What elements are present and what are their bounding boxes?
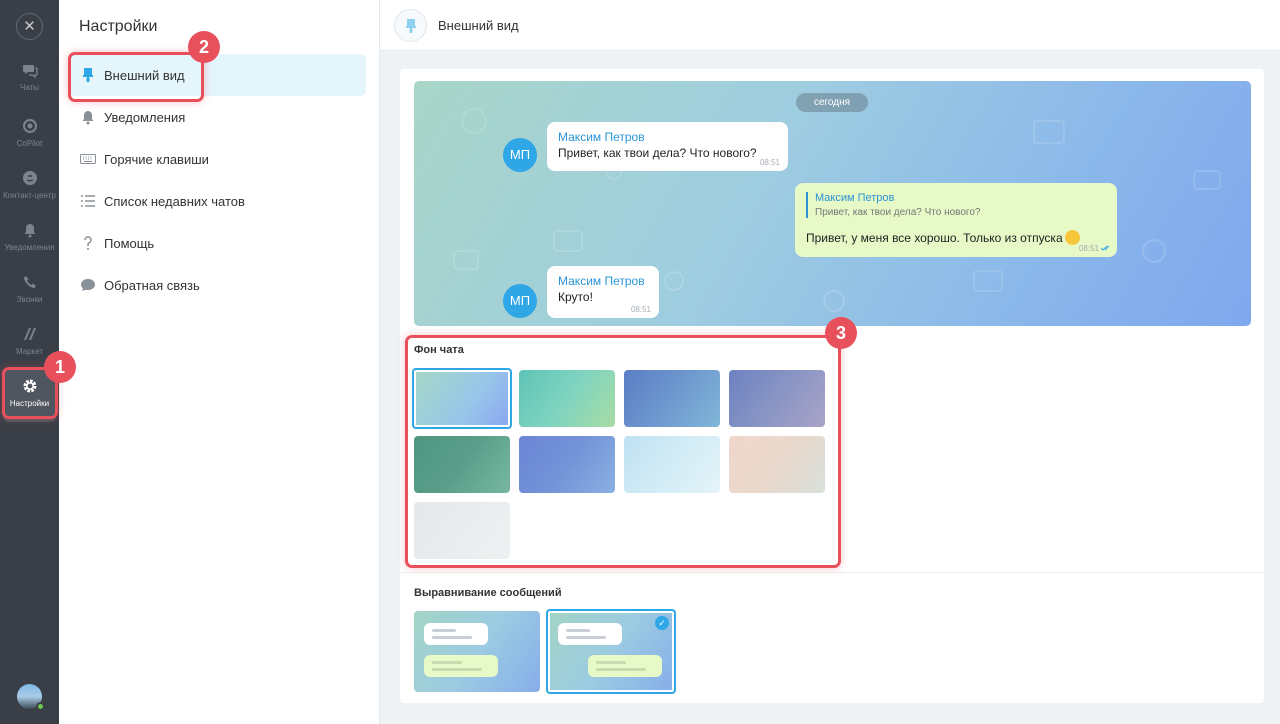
chat-preview: сегодня МП Максим Петров Привет, как тво… xyxy=(414,81,1251,326)
mini-line xyxy=(596,668,646,671)
rail-label: Уведомления xyxy=(4,243,55,252)
settings-menu: Настройки Внешний вид Уведомления Горячи… xyxy=(59,0,380,724)
page-header: Внешний вид xyxy=(380,0,1280,51)
page-title: Внешний вид xyxy=(438,18,519,33)
phone-icon xyxy=(23,276,36,288)
double-check-icon xyxy=(1101,245,1110,251)
mini-bubble xyxy=(588,655,662,677)
copilot-icon xyxy=(22,119,37,133)
close-icon[interactable]: ✕ xyxy=(16,13,43,40)
mini-line xyxy=(432,668,482,671)
rail-label: CoPilot xyxy=(16,139,43,148)
speech-bubble-icon xyxy=(81,279,95,291)
rail-item-copilot[interactable]: CoPilot xyxy=(0,110,59,162)
message-text: Круто! xyxy=(558,290,593,304)
list-icon xyxy=(81,195,95,207)
message-author: Максим Петров xyxy=(558,130,645,144)
highlight-chat-background xyxy=(405,335,841,568)
menu-item-help[interactable]: Помощь xyxy=(68,222,366,264)
alignment-option-sides[interactable]: ✓ xyxy=(546,609,676,694)
question-icon xyxy=(84,236,92,250)
message-text: Привет, у меня все хорошо. Только из отп… xyxy=(806,231,1063,245)
keyboard-icon xyxy=(80,154,96,164)
mini-line xyxy=(566,629,590,632)
message-bubble-incoming: Максим Петров Привет, как твои дела? Что… xyxy=(547,122,788,171)
contact-center-icon xyxy=(22,171,37,185)
online-status-icon xyxy=(36,702,45,711)
highlight-appearance-menu xyxy=(68,52,204,102)
message-time: 08:51 xyxy=(630,305,651,314)
mini-bubble xyxy=(424,623,488,645)
menu-item-label: Обратная связь xyxy=(104,278,200,293)
section-divider xyxy=(400,572,1264,573)
message-quote: Максим Петров Привет, как твои дела? Что… xyxy=(806,192,980,218)
avatar: МП xyxy=(503,284,537,318)
bell-icon xyxy=(24,224,35,238)
chat-icon xyxy=(22,65,38,78)
quote-author: Максим Петров xyxy=(815,192,895,204)
message-text-row: Привет, у меня все хорошо. Только из отп… xyxy=(806,230,1080,245)
mini-line xyxy=(432,661,462,664)
market-icon xyxy=(23,328,36,340)
menu-title: Настройки xyxy=(79,18,158,35)
message-time: 08:51 xyxy=(759,158,780,167)
user-avatar[interactable] xyxy=(17,684,45,711)
check-icon: ✓ xyxy=(655,616,669,630)
rail-label: Чаты xyxy=(19,83,40,92)
rail-label: Звонки xyxy=(16,295,43,304)
mini-line xyxy=(566,636,606,639)
step-badge-1: 1 xyxy=(44,351,76,383)
rail-item-contact-center[interactable]: Контакт-центр xyxy=(0,162,59,214)
menu-item-label: Помощь xyxy=(104,236,155,251)
rail-item-notifications[interactable]: Уведомления xyxy=(0,214,59,266)
mini-bubble xyxy=(558,623,622,645)
rail-label: Контакт-центр xyxy=(3,191,56,200)
rail-item-chats[interactable]: Чаты xyxy=(0,54,59,106)
menu-item-label: Уведомления xyxy=(104,110,186,125)
date-separator: сегодня xyxy=(796,93,868,112)
menu-item-label: Горячие клавиши xyxy=(104,152,209,167)
message-bubble-incoming: Максим Петров Круто! 08:51 xyxy=(547,266,659,318)
smile-emoji-icon xyxy=(1064,230,1080,245)
mini-line xyxy=(596,661,626,664)
step-badge-2: 2 xyxy=(188,31,220,63)
step-badge-3: 3 xyxy=(825,317,857,349)
mini-bubble xyxy=(424,655,498,677)
rail-item-calls[interactable]: Звонки xyxy=(0,266,59,318)
brush-icon xyxy=(394,9,427,42)
quote-text: Привет, как твои дела? Что нового? xyxy=(815,207,981,218)
alignment-option-left[interactable] xyxy=(414,611,540,692)
message-bubble-outgoing: Максим Петров Привет, как твои дела? Что… xyxy=(795,183,1117,257)
mini-line xyxy=(432,636,472,639)
avatar: МП xyxy=(503,138,537,172)
menu-item-feedback[interactable]: Обратная связь xyxy=(68,264,366,306)
menu-item-hotkeys[interactable]: Горячие клавиши xyxy=(68,138,366,180)
menu-item-recent-chats[interactable]: Список недавних чатов xyxy=(68,180,366,222)
mini-line xyxy=(432,629,456,632)
menu-item-label: Список недавних чатов xyxy=(104,194,245,209)
menu-item-notifications[interactable]: Уведомления xyxy=(68,96,366,138)
message-text: Привет, как твои дела? Что нового? xyxy=(558,146,757,160)
bell-icon xyxy=(82,111,94,125)
message-alignment-title: Выравнивание сообщений xyxy=(414,587,562,599)
message-time: 08:51 xyxy=(1078,244,1099,253)
message-author: Максим Петров xyxy=(558,274,645,288)
